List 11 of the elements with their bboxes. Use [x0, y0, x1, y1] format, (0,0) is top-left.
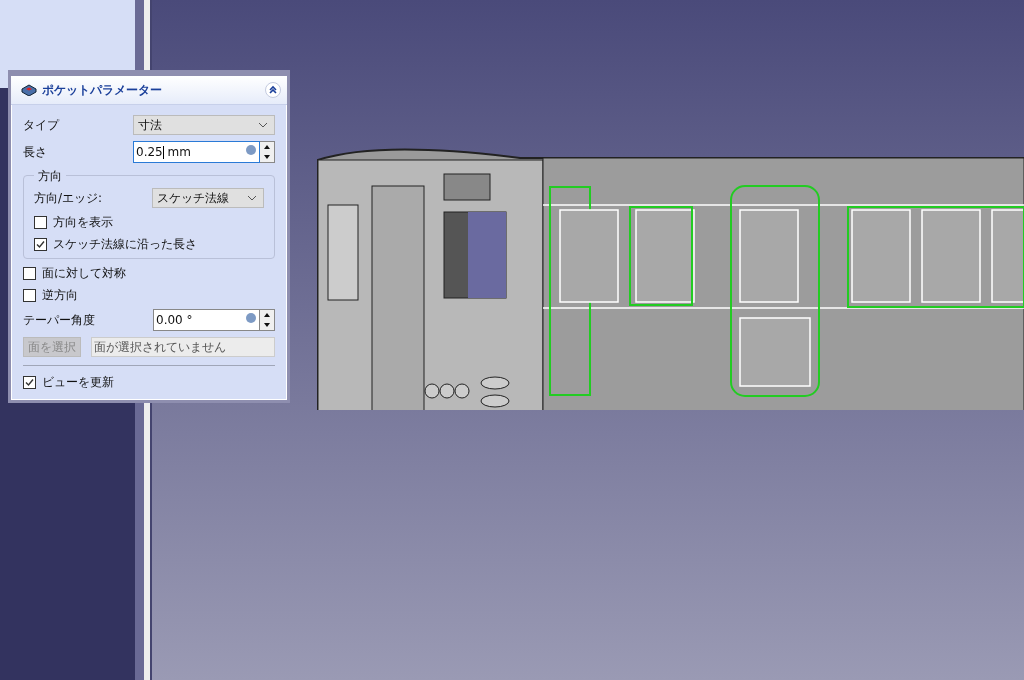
- panel-title: ポケットパラメーター: [42, 81, 163, 99]
- checkbox-label: 逆方向: [42, 286, 78, 304]
- taper-angle-label: テーパー角度: [23, 311, 95, 329]
- checkbox-label: スケッチ法線に沿った長さ: [53, 235, 197, 253]
- type-label: タイプ: [23, 116, 59, 134]
- group-title: 方向: [34, 168, 66, 185]
- checkbox-label: ビューを更新: [42, 373, 114, 391]
- length-label: 長さ: [23, 143, 47, 161]
- direction-edge-label: 方向/エッジ:: [34, 189, 103, 207]
- checkbox-label: 面に対して対称: [42, 264, 126, 282]
- checkbox-label: 方向を表示: [53, 213, 113, 231]
